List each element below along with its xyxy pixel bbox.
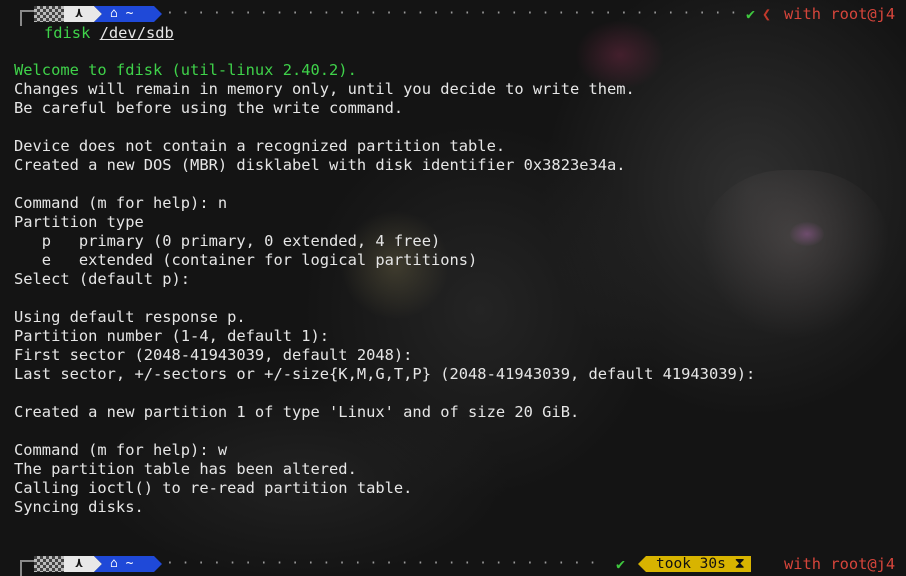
user-host: with root@j4 (784, 555, 896, 573)
top-prompt: ⋏ ⌂ ~ · · · · · · · · · · · · · · · · · … (0, 2, 906, 26)
welcome-line: Welcome to fdisk (util-linux 2.40.2). (14, 61, 357, 79)
directory-text: ~ (125, 556, 134, 571)
prompt-pattern (34, 6, 64, 22)
prompt-filler: · · · · · · · · · · · · · · · · · · · · … (166, 6, 740, 21)
output-line: Command (m for help): w (14, 441, 228, 459)
home-icon: ⌂ (110, 556, 118, 571)
output-line: Created a new partition 1 of type 'Linux… (14, 403, 580, 421)
took-segment: took 30s ⧗ (638, 556, 751, 572)
check-icon: ✔ (746, 5, 756, 23)
output-line: Be careful before using the write comman… (14, 99, 404, 117)
took-text: took 30s (656, 556, 726, 572)
check-icon: ✔ (616, 555, 626, 573)
output-line: Last sector, +/-sectors or +/-size{K,M,G… (14, 365, 756, 383)
prompt-pattern (34, 556, 64, 572)
output-line: Partition type (14, 213, 144, 231)
output-line: The partition table has been altered. (14, 460, 357, 478)
output-line: e extended (container for logical partit… (14, 251, 478, 269)
command-argument: /dev/sdb (99, 24, 174, 42)
output-line: Device does not contain a recognized par… (14, 137, 506, 155)
directory-segment: ⌂ ~ (94, 556, 162, 572)
segment-separator: ❮ (762, 5, 772, 23)
hourglass-icon: ⧗ (734, 556, 745, 572)
output-line: Command (m for help): n (14, 194, 228, 212)
output-line: Created a new DOS (MBR) disklabel with d… (14, 156, 626, 174)
output-line: Syncing disks. (14, 498, 144, 516)
prompt-filler: · · · · · · · · · · · · · · · · · · · · … (166, 556, 606, 571)
bottom-prompt: ⋏ ⌂ ~ · · · · · · · · · · · · · · · · · … (0, 552, 906, 576)
output-line: Select (default p): (14, 270, 191, 288)
directory-segment: ⌂ ~ (94, 6, 162, 22)
command-line: fdisk /dev/sdb (44, 24, 174, 43)
output-line: p primary (0 primary, 0 extended, 4 free… (14, 232, 441, 250)
home-icon: ⌂ (110, 6, 118, 21)
output-line: Using default response p. (14, 308, 246, 326)
user-host: with root@j4 (784, 5, 896, 23)
command-program: fdisk (44, 24, 91, 42)
arch-icon: ⋏ (64, 556, 102, 572)
arch-icon: ⋏ (64, 6, 102, 22)
output-line: Changes will remain in memory only, unti… (14, 80, 635, 98)
output-line: Partition number (1-4, default 1): (14, 327, 330, 345)
directory-text: ~ (125, 6, 134, 21)
output-line: Calling ioctl() to re-read partition tab… (14, 479, 413, 497)
output-line: First sector (2048-41943039, default 204… (14, 346, 413, 364)
